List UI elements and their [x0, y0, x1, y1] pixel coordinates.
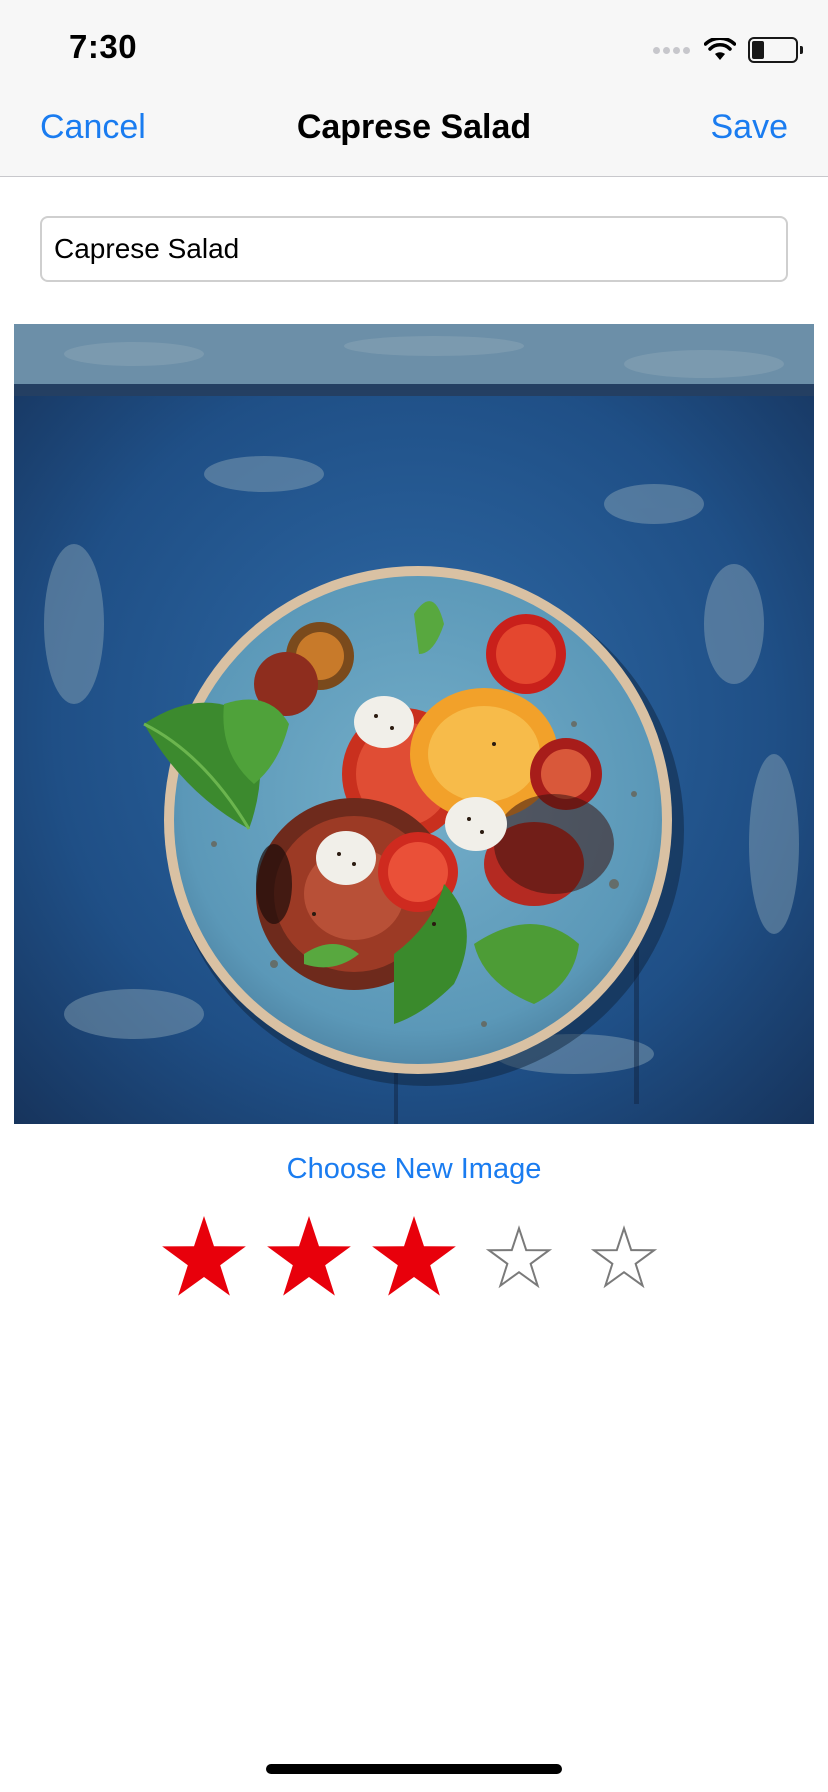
star-empty-icon[interactable] [578, 1212, 670, 1304]
wifi-icon [704, 38, 736, 60]
star-filled-icon[interactable] [368, 1212, 460, 1304]
navigation-bar: 7:30 Cancel Caprese Salad Save [0, 0, 828, 177]
star-filled-icon[interactable] [158, 1212, 250, 1304]
status-time: 7:30 [69, 28, 138, 65]
home-indicator [266, 1764, 562, 1774]
meal-name-field[interactable] [40, 216, 788, 282]
choose-new-image-button[interactable]: Choose New Image [0, 1152, 828, 1187]
meal-photo[interactable] [14, 324, 814, 1124]
star-filled-icon[interactable] [263, 1212, 355, 1304]
cancel-button[interactable]: Cancel [40, 108, 146, 147]
rating-control[interactable] [158, 1212, 670, 1304]
save-button[interactable]: Save [711, 108, 789, 147]
battery-icon [748, 37, 803, 63]
star-empty-icon[interactable] [473, 1212, 565, 1304]
caprese-salad-image [14, 324, 814, 1124]
status-icons [653, 34, 803, 66]
signal-icon [653, 46, 690, 54]
